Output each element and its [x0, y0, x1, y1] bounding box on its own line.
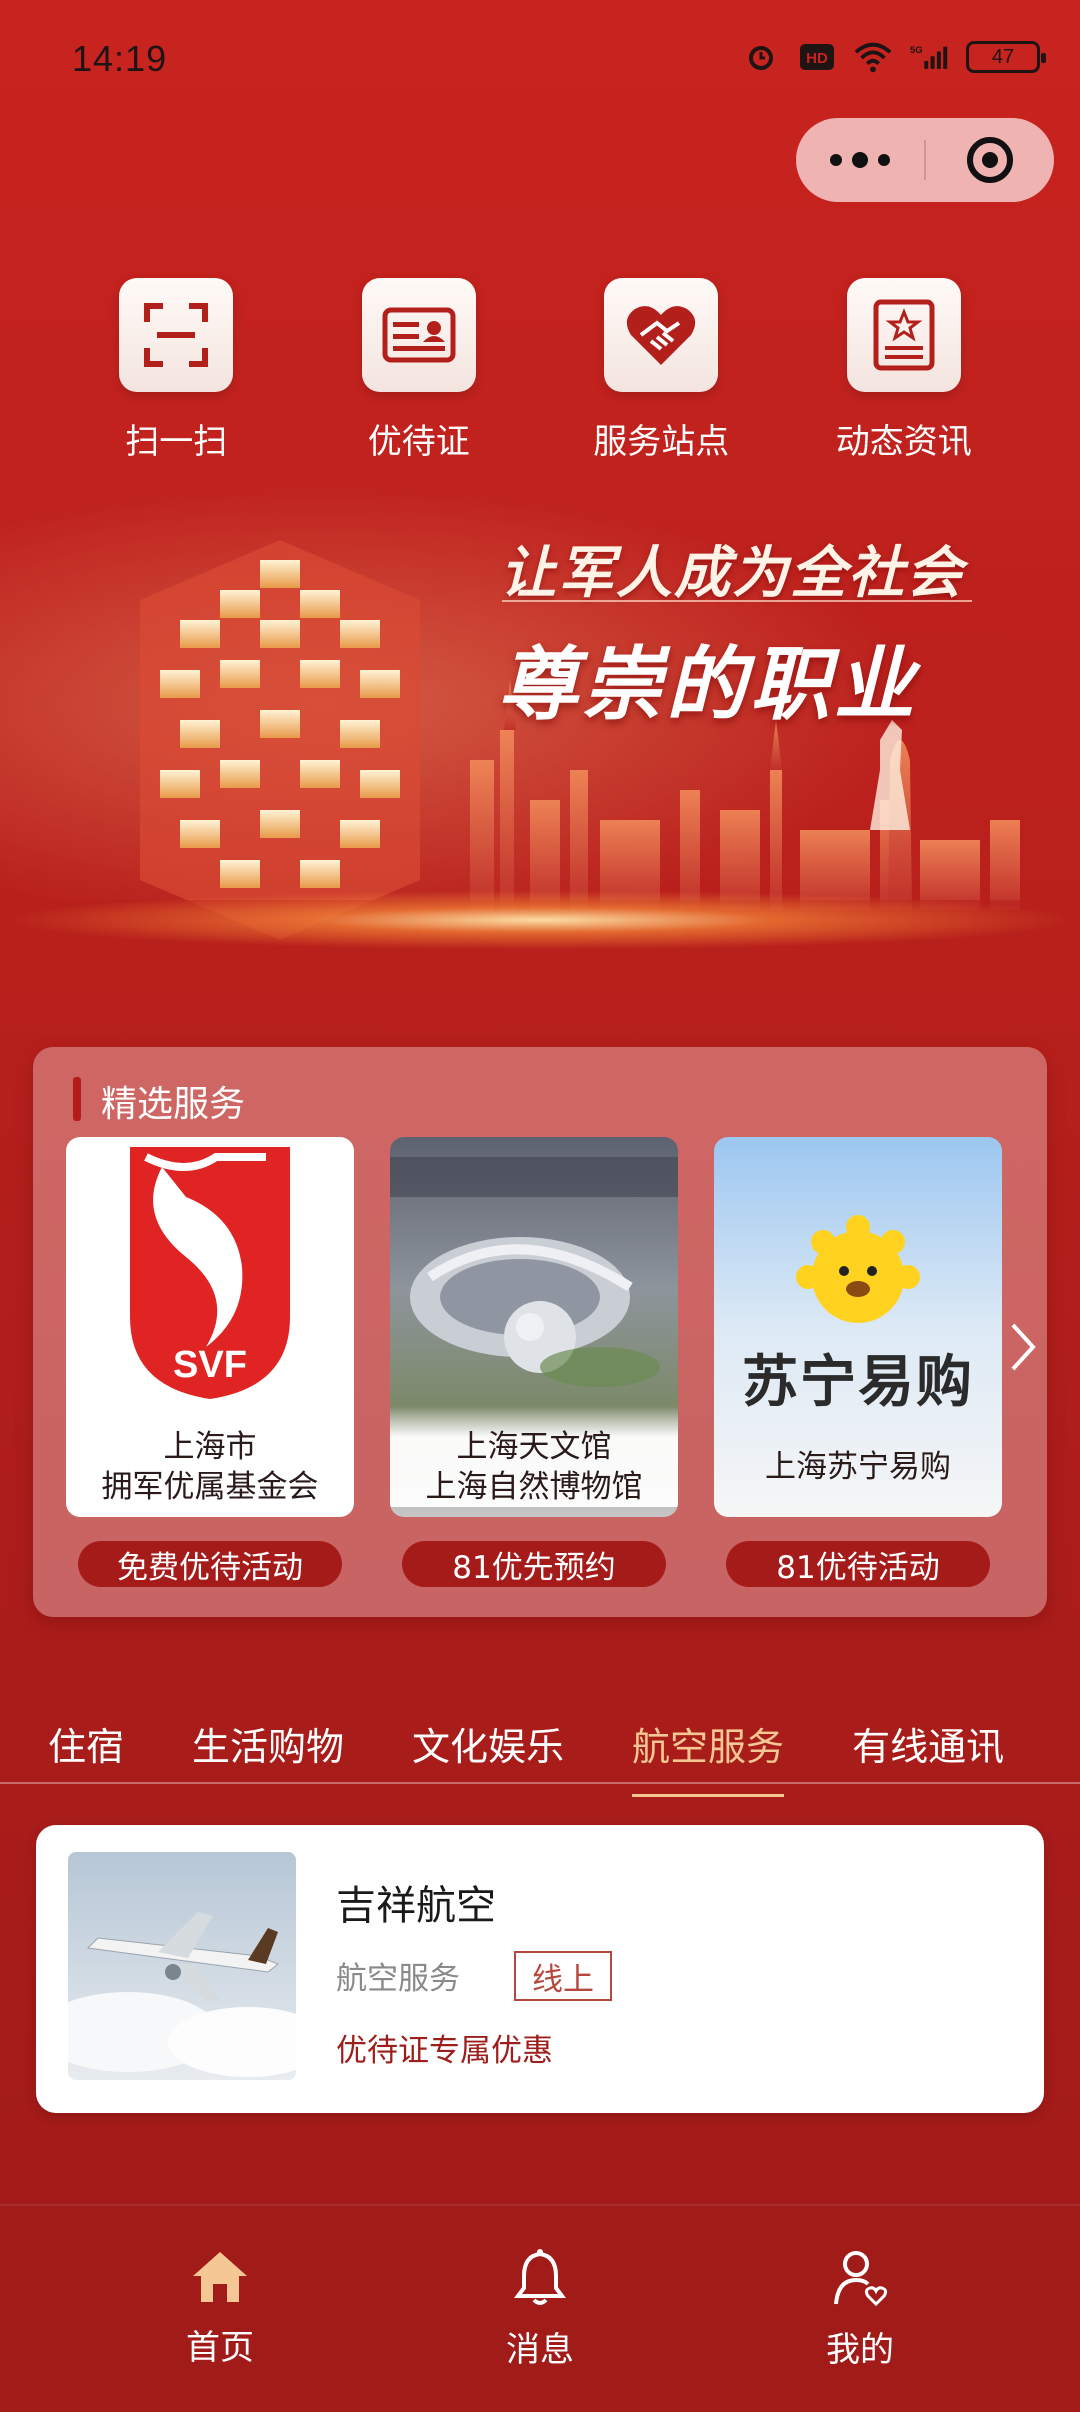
battery-indicator: 47: [966, 41, 1046, 73]
pavilion-graphic: [140, 540, 420, 940]
section-marker: [73, 1077, 81, 1121]
wifi-icon: [854, 38, 892, 76]
service-card-name: 上海市 拥军优属基金会: [66, 1427, 354, 1507]
quick-action-label: 优待证: [367, 422, 470, 462]
tab-aviation[interactable]: 航空服务: [632, 1716, 785, 1797]
service-card-suning[interactable]: 苏宁易购 上海苏宁易购 81优待活动: [714, 1137, 1002, 1587]
service-card-svf[interactable]: SVF 上海市 拥军优属基金会 免费优待活动: [66, 1137, 354, 1587]
quick-action-scan[interactable]: 扫一扫: [86, 278, 266, 463]
svf-logo: SVF: [130, 1147, 290, 1399]
service-card-planetarium[interactable]: 上海天文馆 上海自然博物馆 81优先预约: [390, 1137, 678, 1587]
status-time: 14:19: [72, 38, 168, 79]
svg-text:HD: HD: [806, 50, 828, 67]
service-card-image: 上海天文馆 上海自然博物馆: [390, 1137, 678, 1517]
banner-slogan-line2: 尊崇的职业: [498, 638, 918, 731]
listing-benefit: 优待证专属优惠: [336, 2033, 553, 2069]
id-card-icon: [361, 278, 476, 392]
planetarium-photo: [390, 1157, 678, 1387]
suning-logo-text: 苏宁易购: [742, 1350, 974, 1415]
quick-action-label: 服务站点: [593, 422, 730, 462]
scan-icon: [119, 278, 234, 392]
status-bar: 14:19 HD 5G 47: [0, 0, 1080, 120]
service-name-line2: 拥军优属基金会: [101, 1469, 319, 1505]
service-action-pill[interactable]: 免费优待活动: [78, 1541, 342, 1587]
service-card-image: SVF 上海市 拥军优属基金会: [66, 1137, 354, 1517]
quick-action-label: 扫一扫: [125, 422, 228, 462]
nav-label: 我的: [826, 2330, 894, 2370]
quick-action-label: 动态资讯: [835, 422, 972, 462]
bottom-navigation: 首页 消息 我的: [0, 2204, 1080, 2412]
nav-profile[interactable]: 我的: [760, 2206, 960, 2412]
tab-shopping[interactable]: 生活购物: [192, 1716, 344, 1771]
more-menu-button[interactable]: [796, 118, 924, 202]
status-icons: HD 5G 47: [742, 38, 1046, 76]
service-action-pill[interactable]: 81优先预约: [402, 1541, 666, 1587]
nav-messages[interactable]: 消息: [440, 2206, 640, 2412]
nav-home[interactable]: 首页: [120, 2206, 320, 2412]
service-name-line1: 上海天文馆: [456, 1429, 612, 1465]
tab-lodging[interactable]: 住宿: [48, 1716, 124, 1771]
listing-name: 吉祥航空: [336, 1883, 496, 1929]
banner-light-beam: [0, 890, 1080, 950]
tab-telecom[interactable]: 有线通讯: [852, 1716, 1004, 1771]
chevron-right-icon[interactable]: [1003, 1317, 1043, 1377]
nav-label: 消息: [506, 2330, 574, 2370]
close-miniprogram-button[interactable]: [926, 137, 1054, 183]
slogan-divider: [502, 600, 972, 602]
bell-icon: [514, 2249, 566, 2305]
category-tabs: 住宿 生活购物 文化娱乐 航空服务 有线通讯: [0, 1700, 1080, 1797]
service-card-name: 上海天文馆 上海自然博物馆: [390, 1407, 678, 1507]
featured-services: 精选服务 SVF 上海市 拥军优属基金会 免费优待活动 上海天文馆 上海自然博物…: [33, 1047, 1047, 1617]
quick-action-id-card[interactable]: 优待证: [329, 278, 509, 463]
airline-thumbnail: [68, 1852, 296, 2080]
home-icon: [193, 2252, 247, 2302]
banner-slogan-line1: 让军人成为全社会: [500, 541, 964, 606]
quick-action-news[interactable]: 动态资讯: [814, 278, 994, 463]
service-action-pill[interactable]: 81优待活动: [726, 1541, 990, 1587]
hero-banner[interactable]: 让军人成为全社会 尊崇的职业: [0, 470, 1080, 990]
list-item-juneyao-air[interactable]: 吉祥航空 航空服务 线上 优待证专属优惠: [36, 1825, 1044, 2113]
svf-logo-text: SVF: [173, 1344, 247, 1386]
quick-actions: 扫一扫 优待证 服务站点 动态资讯: [0, 278, 1080, 463]
tab-culture[interactable]: 文化娱乐: [412, 1716, 564, 1771]
quick-action-service-stations[interactable]: 服务站点: [571, 278, 751, 463]
miniprogram-capsule: [796, 118, 1054, 202]
service-card-name: 上海苏宁易购: [714, 1447, 1002, 1487]
handshake-heart-icon: [604, 278, 719, 392]
online-tag: 线上: [514, 1951, 612, 2001]
target-icon: [967, 137, 1013, 183]
nav-label: 首页: [186, 2328, 254, 2368]
alarm-icon: [742, 38, 780, 76]
service-name-line1: 上海市: [163, 1429, 257, 1465]
service-card-image: 苏宁易购 上海苏宁易购: [714, 1137, 1002, 1517]
battery-level: 47: [991, 45, 1015, 68]
network-type: 5G: [910, 45, 923, 56]
service-name-line1: 上海苏宁易购: [765, 1449, 951, 1485]
service-name-line2: 上海自然博物馆: [425, 1469, 643, 1505]
tabs-divider: [0, 1782, 1080, 1784]
featured-title: 精选服务: [101, 1084, 246, 1125]
hd-icon: HD: [798, 38, 836, 76]
listing-category: 航空服务: [336, 1961, 460, 1997]
news-star-icon: [846, 278, 961, 392]
signal-icon: 5G: [910, 38, 948, 76]
user-heart-icon: [834, 2251, 888, 2307]
